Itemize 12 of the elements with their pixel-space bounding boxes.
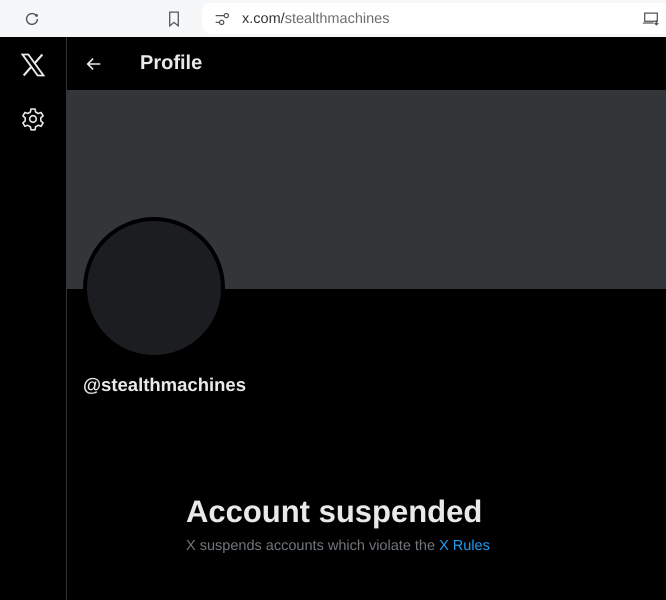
page-title: Profile xyxy=(140,52,202,75)
install-icon[interactable] xyxy=(642,11,660,26)
bookmark-icon[interactable] xyxy=(168,10,180,26)
settings-icon[interactable] xyxy=(21,107,45,131)
address-bar[interactable]: x.com/stealthmachines xyxy=(202,3,666,34)
suspension-message: X suspends accounts which violate the X Rules xyxy=(186,538,491,554)
profile-handle: @stealthmachines xyxy=(83,374,248,396)
tune-icon[interactable] xyxy=(214,12,231,26)
x-logo-icon[interactable] xyxy=(19,51,47,79)
rules-link[interactable]: X Rules xyxy=(439,538,490,554)
suspended-heading: Account suspended xyxy=(186,494,484,530)
url-text: x.com/stealthmachines xyxy=(242,10,390,26)
